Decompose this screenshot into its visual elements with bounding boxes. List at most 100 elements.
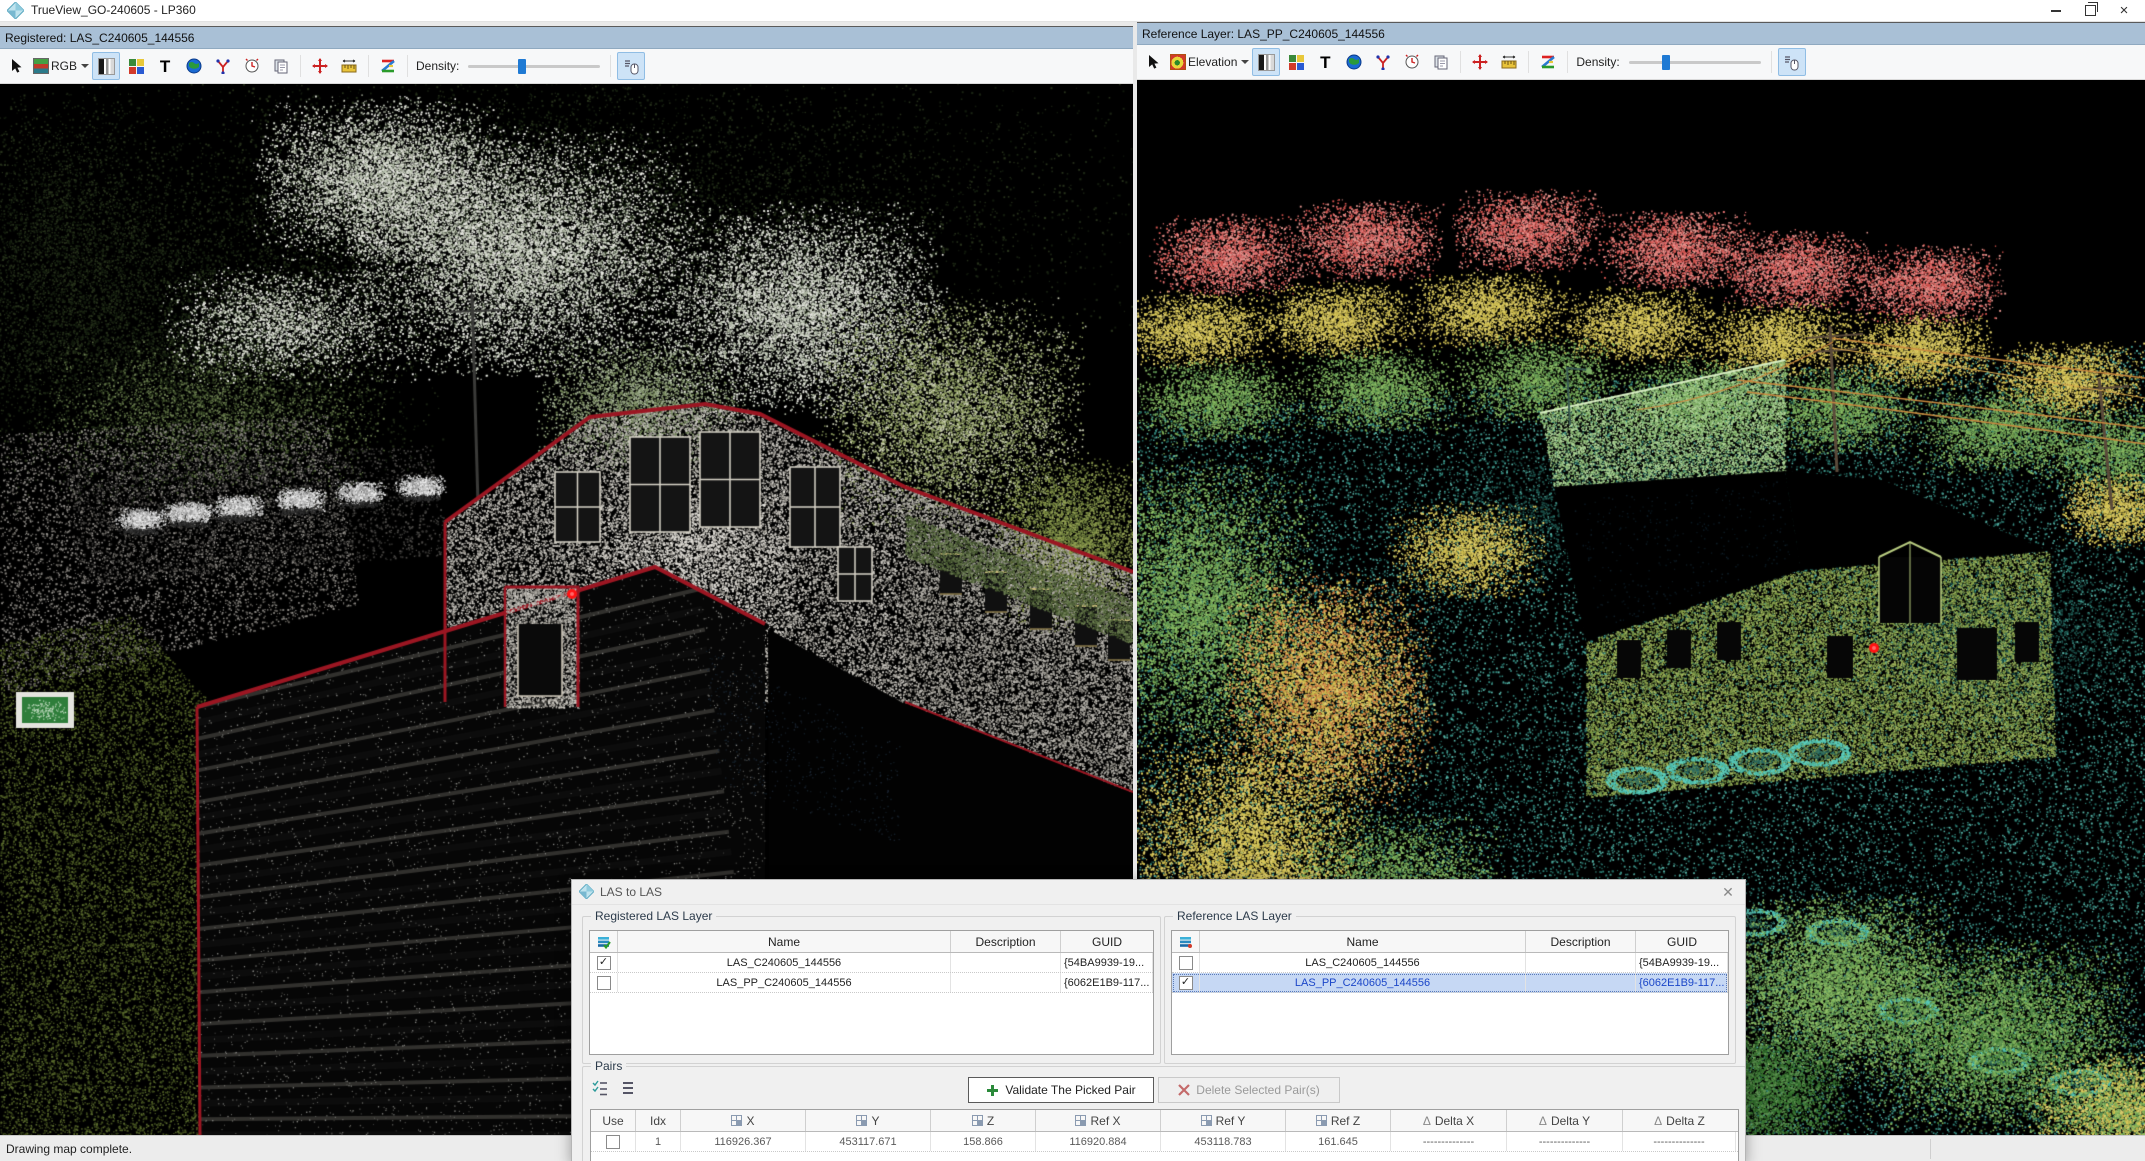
pair-row[interactable]: 1 116926.367 453117.671 158.866 116920.8… — [591, 1132, 1738, 1152]
contrast-bars-icon — [98, 58, 115, 75]
pairs-column-header[interactable]: ΔDelta Y — [1507, 1110, 1623, 1131]
density-slider-handle[interactable] — [518, 59, 526, 74]
checked-checkbox[interactable]: ✓ — [1179, 976, 1193, 990]
pan-button[interactable] — [307, 53, 333, 79]
table-row[interactable]: ✓ LAS_PP_C240605_144556 {6062E1B9-117... — [1172, 973, 1728, 993]
reference-las-table[interactable]: Name Description GUID LAS_C240605_144556… — [1171, 930, 1729, 1055]
registered-las-layer-group: Registered LAS Layer Name Description GU… — [582, 916, 1161, 1064]
colorize-elevation-dropdown[interactable]: Elevation — [1170, 49, 1249, 75]
minimize-button[interactable] — [2039, 0, 2073, 21]
text-annotation-button[interactable]: T — [152, 53, 178, 79]
pairs-column-header[interactable]: Ref Y — [1161, 1110, 1286, 1131]
dialog-close-button[interactable]: ✕ — [1719, 884, 1737, 900]
select-tool-button[interactable] — [4, 53, 30, 79]
contrast-stretch-button[interactable] — [92, 52, 120, 80]
profile-z-button[interactable] — [375, 53, 401, 79]
registered-viewer-header[interactable]: Registered: LAS_C240605_144556 — [0, 27, 1133, 49]
layer-name-cell: LAS_C240605_144556 — [1200, 953, 1526, 972]
close-button[interactable]: × — [2107, 0, 2141, 21]
cursor-icon — [9, 58, 25, 74]
group-label: Pairs — [591, 1059, 626, 1073]
name-column-header[interactable]: Name — [618, 931, 951, 952]
density-slider[interactable] — [1629, 54, 1761, 70]
geo-view-button[interactable] — [1341, 49, 1367, 75]
pairs-column-header[interactable]: Ref Z — [1286, 1110, 1391, 1131]
lp360-application-window: TrueView_GO-240605 - LP360 × Registered:… — [0, 0, 2145, 1161]
delete-selected-pairs-button[interactable]: Delete Selected Pair(s) — [1158, 1077, 1340, 1103]
mouse-mode-button[interactable] — [617, 52, 645, 80]
cursor-icon — [1146, 54, 1162, 70]
z-profile-icon — [380, 58, 396, 74]
geo-view-button[interactable] — [181, 53, 207, 79]
pairs-column-header[interactable]: Z — [931, 1110, 1036, 1131]
pairs-column-header[interactable]: Ref X — [1036, 1110, 1161, 1131]
density-label: Density: — [1576, 55, 1619, 69]
pairs-column-header[interactable]: Y — [806, 1110, 931, 1131]
pairs-table[interactable]: UseIdx X Y Z Ref X Ref Y Ref ZΔDelta XΔD… — [590, 1109, 1739, 1161]
table-row[interactable]: LAS_PP_C240605_144556 {6062E1B9-117... — [590, 973, 1153, 993]
pairs-column-header[interactable]: Use — [591, 1110, 636, 1131]
pair-y-cell: 453117.671 — [806, 1132, 931, 1151]
colorize-rgb-dropdown[interactable]: RGB — [33, 53, 89, 79]
classification-display-button[interactable] — [1283, 49, 1309, 75]
unchecked-checkbox[interactable] — [606, 1135, 620, 1149]
status-message: Drawing map complete. — [6, 1142, 132, 1156]
measure-button[interactable] — [1496, 49, 1522, 75]
unchecked-checkbox[interactable] — [597, 976, 611, 990]
pair-deltay-cell: -------------- — [1507, 1132, 1623, 1151]
measure-button[interactable] — [336, 53, 362, 79]
guid-column-header[interactable]: GUID — [1636, 931, 1728, 952]
profile-z-button[interactable] — [1535, 49, 1561, 75]
mouse-mode-button[interactable] — [1778, 48, 1806, 76]
restore-button[interactable] — [2073, 0, 2107, 21]
checked-checkbox[interactable]: ✓ — [597, 956, 611, 970]
coordinate-icon — [731, 1115, 742, 1126]
contrast-stretch-button[interactable] — [1252, 48, 1280, 76]
name-column-header[interactable]: Name — [1200, 931, 1526, 952]
table-row[interactable]: ✓ LAS_C240605_144556 {54BA9939-19... — [590, 953, 1153, 973]
las-to-las-dialog: LAS to LAS ✕ Registered LAS Layer Name D… — [571, 879, 1746, 1161]
pair-deltaz-cell: -------------- — [1623, 1132, 1736, 1151]
unchecked-checkbox[interactable] — [1179, 956, 1193, 970]
copy-view-button[interactable] — [268, 53, 294, 79]
text-annotation-button[interactable]: T — [1312, 49, 1338, 75]
checklist-view-button[interactable] — [591, 1079, 609, 1103]
copy-icon — [1433, 54, 1449, 70]
guid-column-header[interactable]: GUID — [1061, 931, 1153, 952]
reference-viewer-title: Reference Layer: LAS_PP_C240605_144556 — [1142, 27, 1385, 41]
classification-display-button[interactable] — [123, 53, 149, 79]
registered-las-table[interactable]: Name Description GUID ✓ LAS_C240605_1445… — [589, 930, 1154, 1055]
pan-button[interactable] — [1467, 49, 1493, 75]
table-row[interactable]: LAS_C240605_144556 {54BA9939-19... — [1172, 953, 1728, 973]
axes-icon — [1375, 54, 1391, 70]
live-view-button[interactable] — [1399, 49, 1425, 75]
move-cross-icon — [312, 58, 328, 74]
copy-icon — [273, 58, 289, 74]
density-slider[interactable] — [468, 58, 600, 74]
description-column-header[interactable]: Description — [951, 931, 1061, 952]
pairs-column-header[interactable]: ΔDelta Z — [1623, 1110, 1736, 1131]
layer-name-cell: LAS_PP_C240605_144556 — [1200, 973, 1526, 992]
density-slider-handle[interactable] — [1662, 55, 1670, 70]
layers-icon — [1179, 935, 1193, 949]
validate-picked-pair-button[interactable]: Validate The Picked Pair — [968, 1077, 1154, 1103]
description-column-header[interactable]: Description — [1526, 931, 1636, 952]
track-points-button[interactable] — [1370, 49, 1396, 75]
mouse-icon — [623, 58, 640, 75]
dialog-title-bar[interactable]: LAS to LAS ✕ — [572, 880, 1745, 905]
track-points-button[interactable] — [210, 53, 236, 79]
copy-view-button[interactable] — [1428, 49, 1454, 75]
pairs-column-header[interactable]: Idx — [636, 1110, 681, 1131]
list-view-button[interactable] — [619, 1079, 637, 1103]
reference-viewer-header[interactable]: Reference Layer: LAS_PP_C240605_144556 — [1137, 23, 2145, 45]
layer-name-cell: LAS_PP_C240605_144556 — [618, 973, 951, 992]
select-tool-button[interactable] — [1141, 49, 1167, 75]
close-icon: × — [2120, 3, 2129, 18]
pairs-table-empty-area — [591, 1152, 1738, 1161]
toolbar-separator — [1567, 51, 1568, 73]
pairs-column-header[interactable]: ΔDelta X — [1391, 1110, 1507, 1131]
live-view-button[interactable] — [239, 53, 265, 79]
pairs-column-header[interactable]: X — [681, 1110, 806, 1131]
status-bar-divider — [1930, 1139, 1931, 1159]
layer-name-cell: LAS_C240605_144556 — [618, 953, 951, 972]
